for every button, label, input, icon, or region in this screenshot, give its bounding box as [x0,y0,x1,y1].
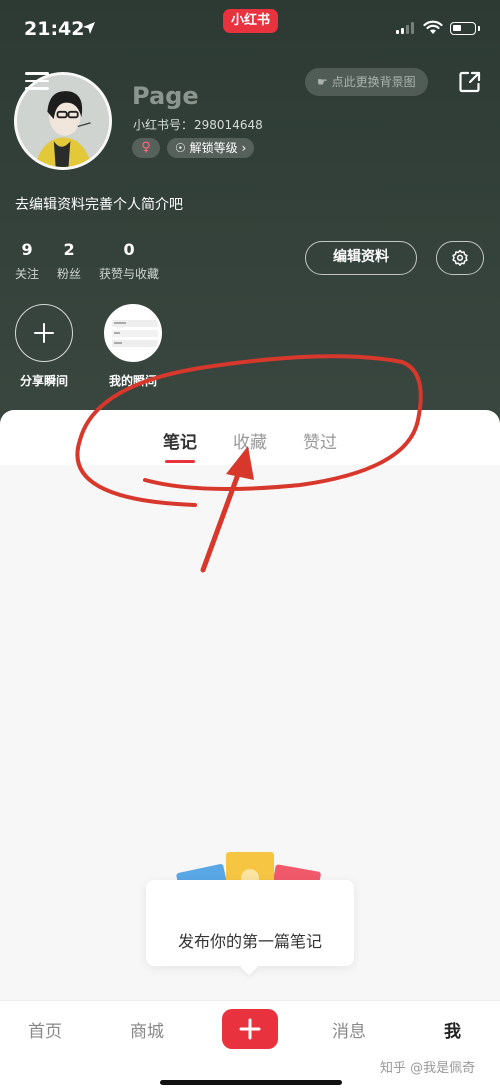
plus-icon [34,323,54,343]
empty-state-text: 发布你的第一篇笔记 [177,932,322,951]
share-moment[interactable]: 分享瞬间 [15,304,73,389]
stat-label: 粉丝 [57,267,82,281]
tab-liked[interactable]: 赞过 [303,428,337,453]
user-id: 小红书号：298014648 [132,116,263,133]
stat-label: 关注 [15,267,40,281]
stat-value: 2 [63,240,75,259]
nav-me[interactable]: 我 [444,1017,461,1042]
level-badge[interactable]: ☉ 解锁等级 › [167,138,255,158]
gender-badge: ♀ [132,138,160,158]
stat-label: 获赞与收藏 [99,267,160,281]
bio[interactable]: 去编辑资料完善个人简介吧 [15,194,183,214]
edit-profile-button[interactable]: 编辑资料 [305,241,417,275]
nav-mall[interactable]: 商城 [130,1017,164,1042]
content-sheet: 笔记 收藏 赞过 发布你的第一篇笔记 [0,410,500,1000]
nav-home[interactable]: 首页 [28,1017,62,1042]
stat-value: 9 [21,240,33,259]
tab-collections[interactable]: 收藏 [233,428,267,453]
my-moment-thumbnail[interactable] [104,304,162,362]
my-moment-label: 我的瞬间 [108,374,157,388]
change-background-button[interactable]: ☛ 点此更换背景图 [305,68,428,96]
status-time: 21:42 [24,18,85,40]
battery-tip [478,26,480,31]
profile-header: 21:42 小红书 Page 小红书号：298014648 ♀ ☉ 解锁等级 ›… [0,0,500,440]
share-moment-circle[interactable] [15,304,73,362]
empty-state-card[interactable] [146,880,354,966]
user-id-label: 小红书号： [133,118,194,132]
plus-icon [239,1018,261,1040]
watermark: 知乎 @我是佩奇 [380,1061,476,1076]
settings-button[interactable] [436,241,484,275]
gear-icon [452,249,468,266]
active-tab-indicator [165,460,195,463]
moment-thumbnail-image [106,306,160,360]
stat-likes-collects[interactable]: 0 获赞与收藏 [99,240,159,282]
app-logo: 小红书 [223,9,279,33]
nav-messages[interactable]: 消息 [332,1017,366,1042]
user-id-value: 298014648 [194,118,263,132]
my-moment[interactable]: 我的瞬间 [104,304,162,389]
status-bar: 21:42 小红书 [0,0,500,56]
tab-notes[interactable]: 笔记 [163,428,197,463]
bottom-nav: 首页 商城 消息 我 知乎 @我是佩奇 [0,1000,500,1089]
tab-notes-label: 笔记 [163,433,197,453]
stat-value: 0 [123,240,135,259]
level-badge-label: 解锁等级 [189,141,238,155]
stats-row: 9 关注 2 粉丝 0 获赞与收藏 [15,240,159,282]
share-icon[interactable] [458,70,482,94]
share-moment-label: 分享瞬间 [19,374,68,388]
location-arrow-icon [83,22,95,34]
change-background-label: 点此更换背景图 [331,75,416,89]
publish-button[interactable] [222,1009,278,1049]
battery-icon [450,22,476,35]
content-tabs: 笔记 收藏 赞过 [0,428,500,463]
username: Page [132,82,199,110]
wifi-icon [423,20,443,34]
stat-followers[interactable]: 2 粉丝 [57,240,81,282]
pointing-hand-icon: ☛ [317,75,328,89]
chevron-right-icon: › [241,141,247,155]
home-indicator[interactable] [160,1080,342,1085]
level-icon: ☉ [175,141,186,155]
signal-icon [396,22,414,34]
menu-icon[interactable] [25,72,49,90]
stat-following[interactable]: 9 关注 [15,240,39,282]
